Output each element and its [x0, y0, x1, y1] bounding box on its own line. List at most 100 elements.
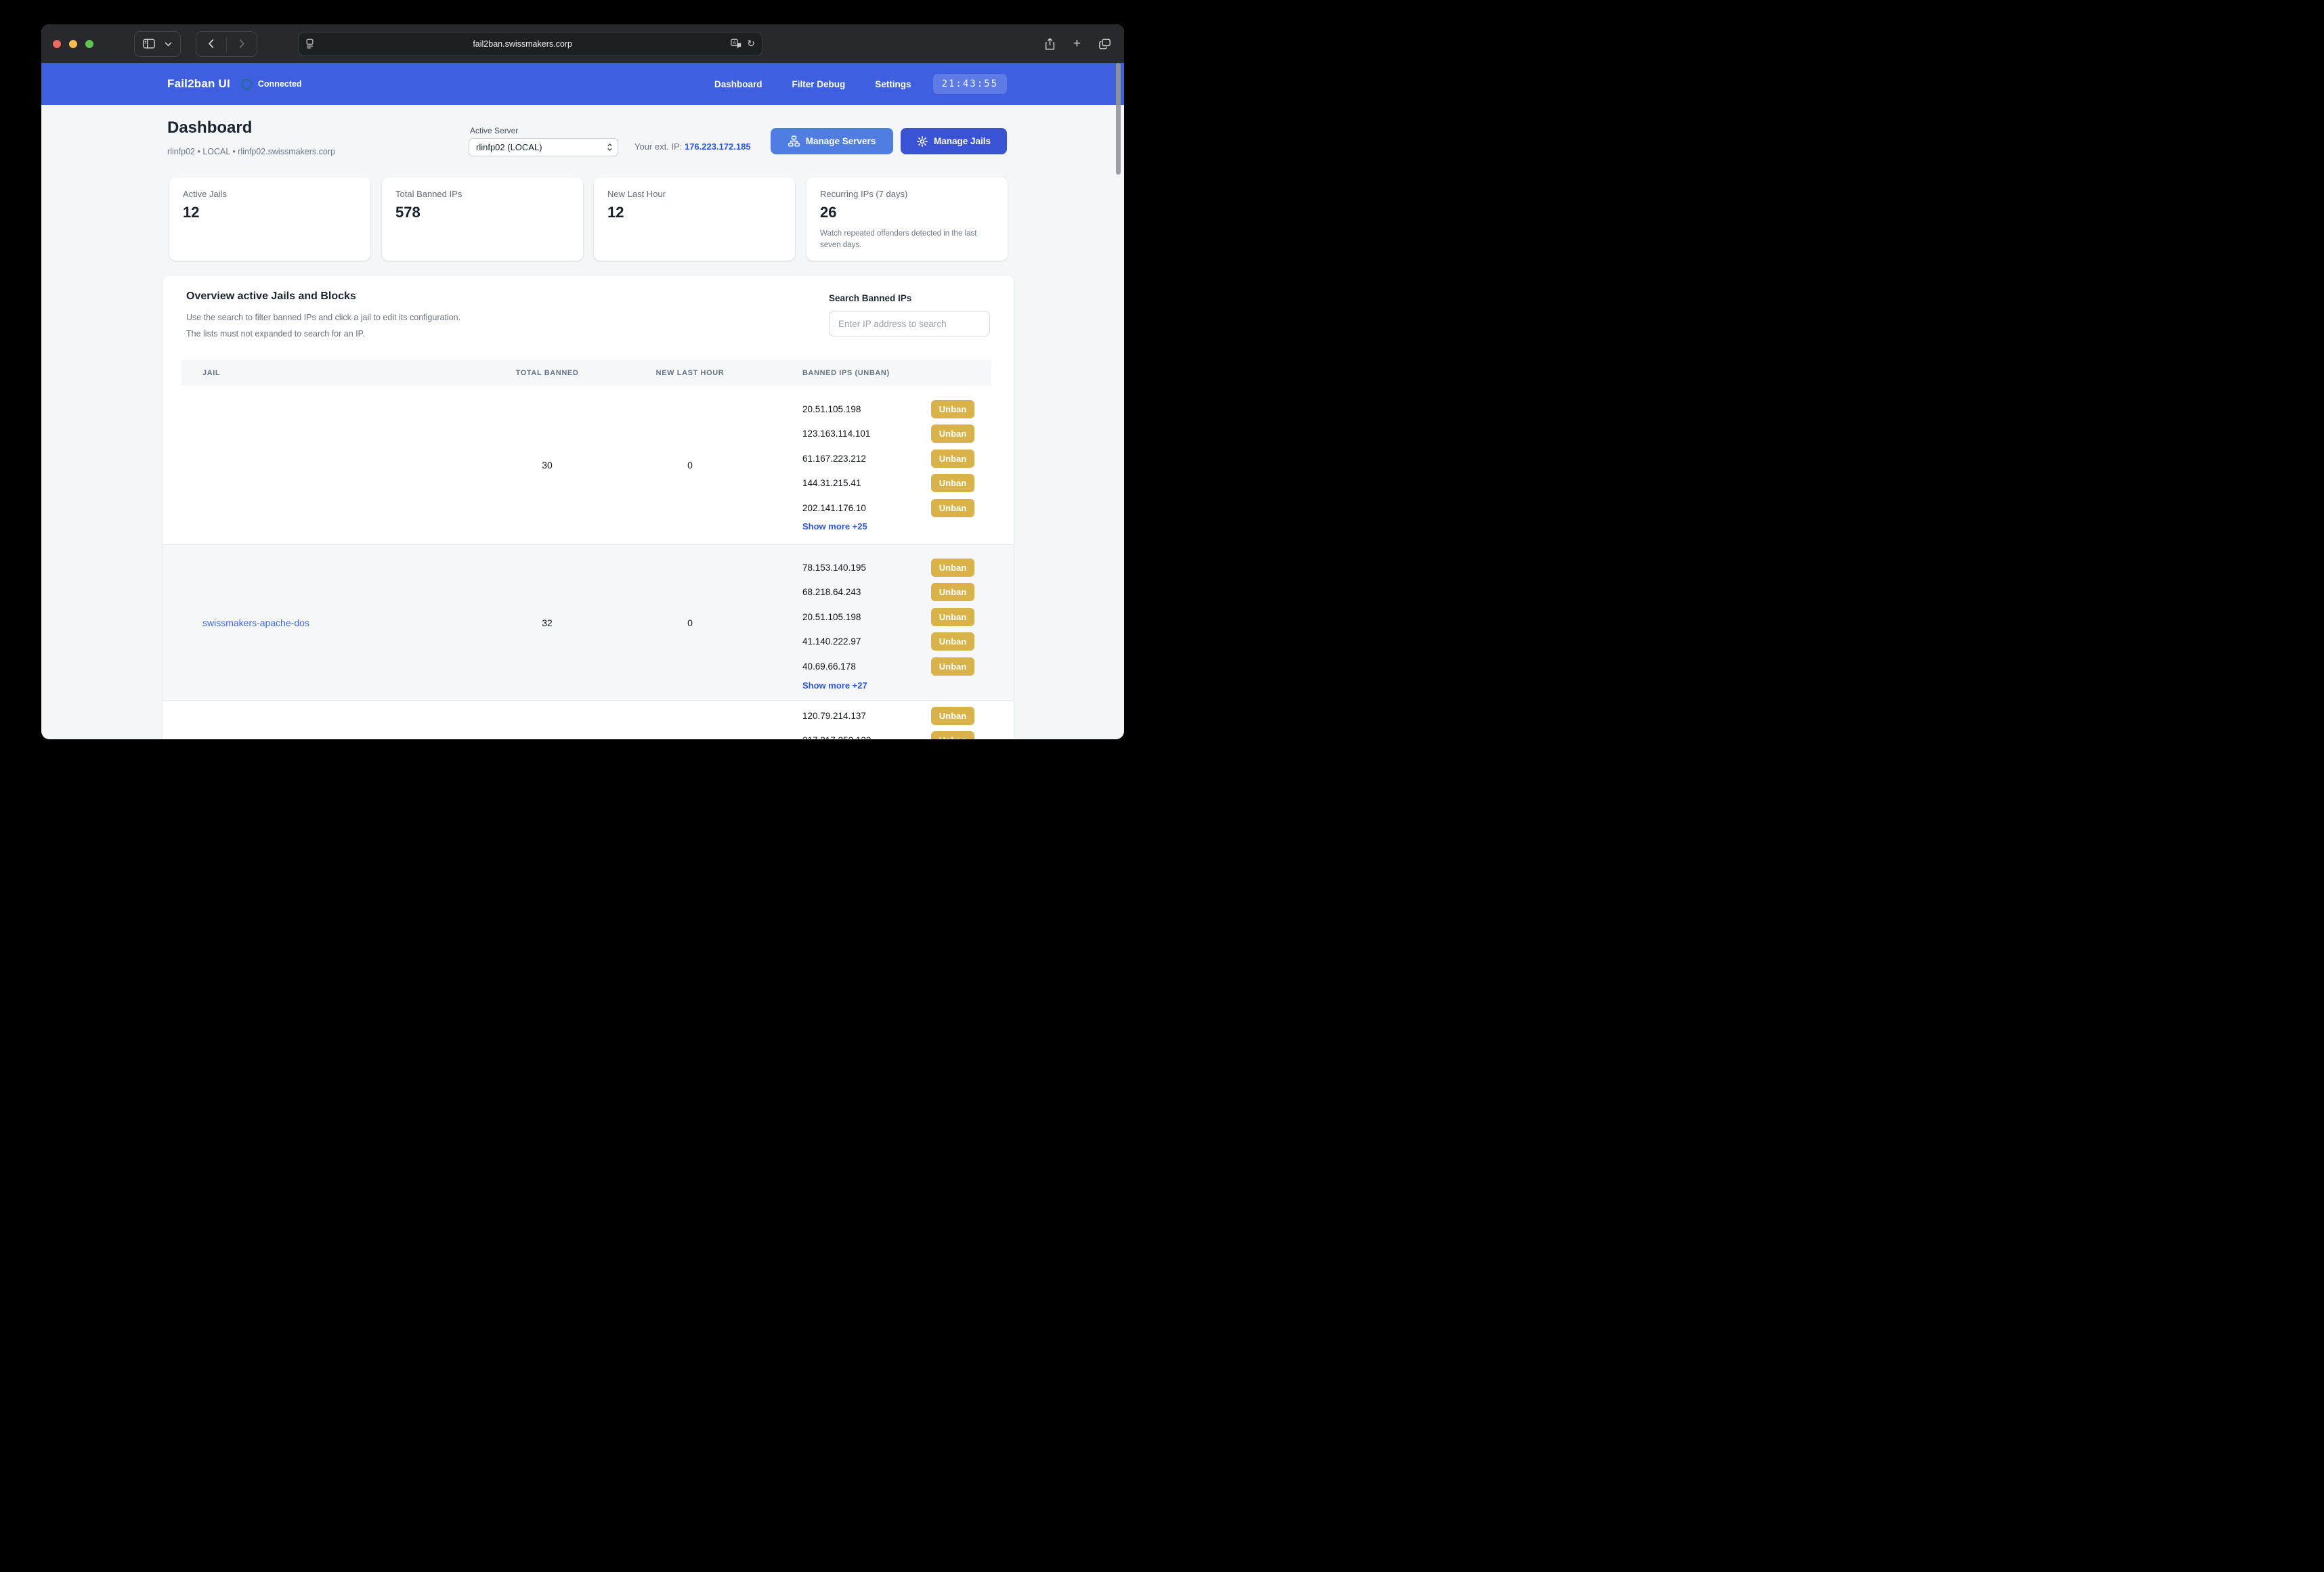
stat-card-new-last-hour: New Last Hour 12 — [594, 177, 795, 261]
close-window-button[interactable] — [53, 40, 61, 48]
list-item: 217.217.252.132 Unban — [802, 728, 974, 740]
table-row: 120.79.214.137 Unban 217.217.252.132 Unb… — [163, 701, 1014, 739]
banned-ip-list: 120.79.214.137 Unban 217.217.252.132 Unb… — [802, 703, 974, 739]
url-text: fail2ban.swissmakers.corp — [314, 39, 731, 49]
chevron-down-icon[interactable] — [165, 41, 172, 47]
table-row: swissmakers-apache-dos 32 0 78.153.140.1… — [163, 545, 1014, 701]
connection-status-label: Connected — [258, 79, 302, 89]
cell-total-banned: 32 — [542, 617, 553, 628]
sidebar-toggle-icon[interactable] — [143, 39, 155, 49]
jail-link-swissmakers-apache-dos[interactable]: swissmakers-apache-dos — [202, 617, 309, 628]
nav-link-dashboard[interactable]: Dashboard — [714, 79, 762, 89]
manage-servers-button[interactable]: Manage Servers — [771, 128, 893, 154]
banned-ip-list: 20.51.105.198 Unban 123.163.114.101 Unba… — [802, 397, 974, 521]
unban-button[interactable]: Unban — [931, 424, 974, 443]
list-item: 144.31.215.41 Unban — [802, 471, 974, 496]
unban-button[interactable]: Unban — [931, 474, 974, 492]
unban-button[interactable]: Unban — [931, 499, 974, 517]
stat-value: 578 — [395, 204, 569, 221]
external-ip-value: 176.223.172.185 — [685, 141, 751, 152]
browser-window: fail2ban.swissmakers.corp A ↻ + — [41, 24, 1124, 739]
new-tab-icon[interactable]: + — [1073, 37, 1081, 50]
tab-overview-icon[interactable] — [1099, 39, 1111, 49]
banned-ip: 40.69.66.178 — [802, 661, 856, 672]
banned-ip: 61.167.223.212 — [802, 454, 866, 464]
banned-ip: 120.79.214.137 — [802, 711, 866, 721]
unban-button[interactable]: Unban — [931, 400, 974, 418]
banned-ip: 68.218.64.243 — [802, 587, 861, 597]
table-header: JAIL TOTAL BANNED NEW LAST HOUR BANNED I… — [181, 360, 991, 387]
list-item: 123.163.114.101 Unban — [802, 422, 974, 447]
zoom-window-button[interactable] — [85, 40, 93, 48]
list-item: 68.218.64.243 Unban — [802, 580, 974, 605]
search-banned-ips-label: Search Banned IPs — [829, 293, 911, 303]
show-more-link[interactable]: Show more +27 — [802, 680, 867, 691]
banned-ip: 78.153.140.195 — [802, 563, 866, 573]
stat-value: 26 — [820, 204, 994, 221]
sitemap-icon — [788, 135, 800, 147]
translate-icon[interactable]: A — [731, 39, 741, 49]
search-ip-input[interactable] — [829, 311, 990, 336]
history-nav — [196, 31, 257, 57]
unban-button[interactable]: Unban — [931, 608, 974, 626]
traffic-lights — [41, 40, 93, 48]
reload-icon[interactable]: ↻ — [747, 38, 755, 49]
clock-badge: 21:43:55 — [933, 74, 1007, 94]
banned-ip: 20.51.105.198 — [802, 404, 861, 414]
browser-titlebar: fail2ban.swissmakers.corp A ↻ + — [41, 24, 1124, 63]
banned-ip-list: 78.153.140.195 Unban 68.218.64.243 Unban… — [802, 555, 974, 679]
table-row: 30 0 20.51.105.198 Unban 123.163.114.101… — [163, 386, 1014, 545]
stat-label: Active Jails — [183, 189, 357, 199]
reader-icon[interactable] — [305, 39, 314, 49]
unban-button[interactable]: Unban — [931, 707, 974, 725]
banned-ip: 41.140.222.97 — [802, 636, 861, 647]
list-item: 202.141.176.10 Unban — [802, 496, 974, 521]
external-ip: Your ext. IP: 176.223.172.185 — [634, 141, 751, 152]
col-header-jail: JAIL — [202, 369, 220, 377]
svg-text:A: A — [733, 41, 736, 46]
unban-button[interactable]: Unban — [931, 632, 974, 651]
share-icon[interactable] — [1045, 38, 1055, 50]
stat-card-total-banned: Total Banned IPs 578 — [382, 177, 583, 261]
list-item: 41.140.222.97 Unban — [802, 630, 974, 655]
stat-label: New Last Hour — [607, 189, 781, 199]
minimize-window-button[interactable] — [69, 40, 77, 48]
stat-card-recurring-ips: Recurring IPs (7 days) 26 Watch repeated… — [806, 177, 1008, 261]
stat-value: 12 — [607, 204, 781, 221]
page-subtitle: rlinfp02 • LOCAL • rlinfp02.swissmakers.… — [167, 147, 335, 156]
sidebar-controls — [134, 31, 181, 57]
unban-button[interactable]: Unban — [931, 450, 974, 468]
cell-total-banned: 30 — [542, 460, 553, 471]
external-ip-label: Your ext. IP: — [634, 141, 682, 152]
active-server-label: Active Server — [470, 126, 518, 135]
unban-button[interactable]: Unban — [931, 657, 974, 676]
unban-button[interactable]: Unban — [931, 731, 974, 739]
forward-button[interactable] — [227, 32, 257, 56]
nav-link-filter-debug[interactable]: Filter Debug — [792, 79, 846, 89]
unban-button[interactable]: Unban — [931, 583, 974, 601]
address-bar[interactable]: fail2ban.swissmakers.corp A ↻ — [298, 32, 762, 56]
unban-button[interactable]: Unban — [931, 559, 974, 577]
show-more-link[interactable]: Show more +25 — [802, 521, 867, 531]
overview-desc-1: Use the search to filter banned IPs and … — [186, 313, 460, 322]
jail-rows: 30 0 20.51.105.198 Unban 123.163.114.101… — [163, 386, 1014, 739]
back-button[interactable] — [196, 32, 226, 56]
manage-jails-button[interactable]: Manage Jails — [901, 128, 1007, 154]
scrollbar-thumb[interactable] — [1116, 63, 1121, 175]
banned-ip: 20.51.105.198 — [802, 612, 861, 622]
list-item: 40.69.66.178 Unban — [802, 654, 974, 679]
list-item: 120.79.214.137 Unban — [802, 703, 974, 728]
connection-status-icon — [241, 79, 253, 90]
col-header-total-banned: TOTAL BANNED — [516, 369, 579, 377]
nav-links: Dashboard Filter Debug Settings — [714, 79, 911, 89]
banned-ip: 144.31.215.41 — [802, 478, 861, 488]
col-header-new-last-hour: NEW LAST HOUR — [656, 369, 725, 377]
active-server-select[interactable]: rlinfp02 (LOCAL) — [469, 138, 618, 156]
cell-new-last-hour: 0 — [687, 617, 693, 628]
stat-label: Total Banned IPs — [395, 189, 569, 199]
gear-icon — [917, 136, 928, 147]
cell-new-last-hour: 0 — [687, 460, 693, 471]
stat-note: Watch repeated offenders detected in the… — [820, 228, 994, 252]
nav-link-settings[interactable]: Settings — [875, 79, 911, 89]
manage-servers-label: Manage Servers — [806, 136, 876, 146]
